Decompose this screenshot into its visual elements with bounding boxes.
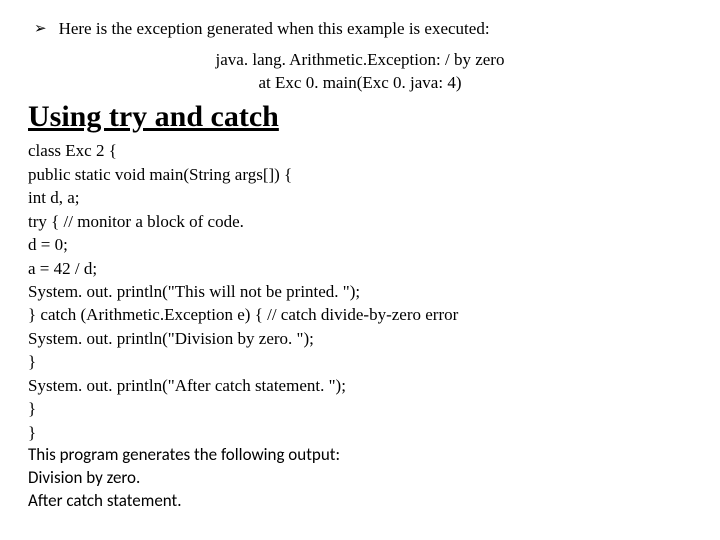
bullet-text: Here is the exception generated when thi… [59, 18, 490, 41]
bullet-item: ➢ Here is the exception generated when t… [34, 18, 692, 41]
output-line: Division by zero. [28, 467, 692, 490]
code-block: class Exc 2 { public static void main(St… [28, 139, 692, 444]
code-line: System. out. println("After catch statem… [28, 374, 692, 397]
exception-line-2: at Exc 0. main(Exc 0. java: 4) [28, 72, 692, 95]
code-line: a = 42 / d; [28, 257, 692, 280]
exception-output: java. lang. Arithmetic.Exception: / by z… [28, 49, 692, 95]
output-line: After catch statement. [28, 490, 692, 513]
triangle-bullet-icon: ➢ [34, 18, 47, 39]
section-heading: Using try and catch [28, 97, 692, 138]
code-line: System. out. println("Division by zero. … [28, 327, 692, 350]
code-line: try { // monitor a block of code. [28, 210, 692, 233]
output-note: This program generates the following out… [28, 444, 692, 513]
code-line: } [28, 397, 692, 420]
code-line: } [28, 421, 692, 444]
code-line: public static void main(String args[]) { [28, 163, 692, 186]
code-line: } [28, 350, 692, 373]
output-line: This program generates the following out… [28, 444, 692, 467]
code-line: class Exc 2 { [28, 139, 692, 162]
code-line: System. out. println("This will not be p… [28, 280, 692, 303]
code-line: } catch (Arithmetic.Exception e) { // ca… [28, 303, 692, 326]
exception-line-1: java. lang. Arithmetic.Exception: / by z… [28, 49, 692, 72]
code-line: int d, a; [28, 186, 692, 209]
code-line: d = 0; [28, 233, 692, 256]
